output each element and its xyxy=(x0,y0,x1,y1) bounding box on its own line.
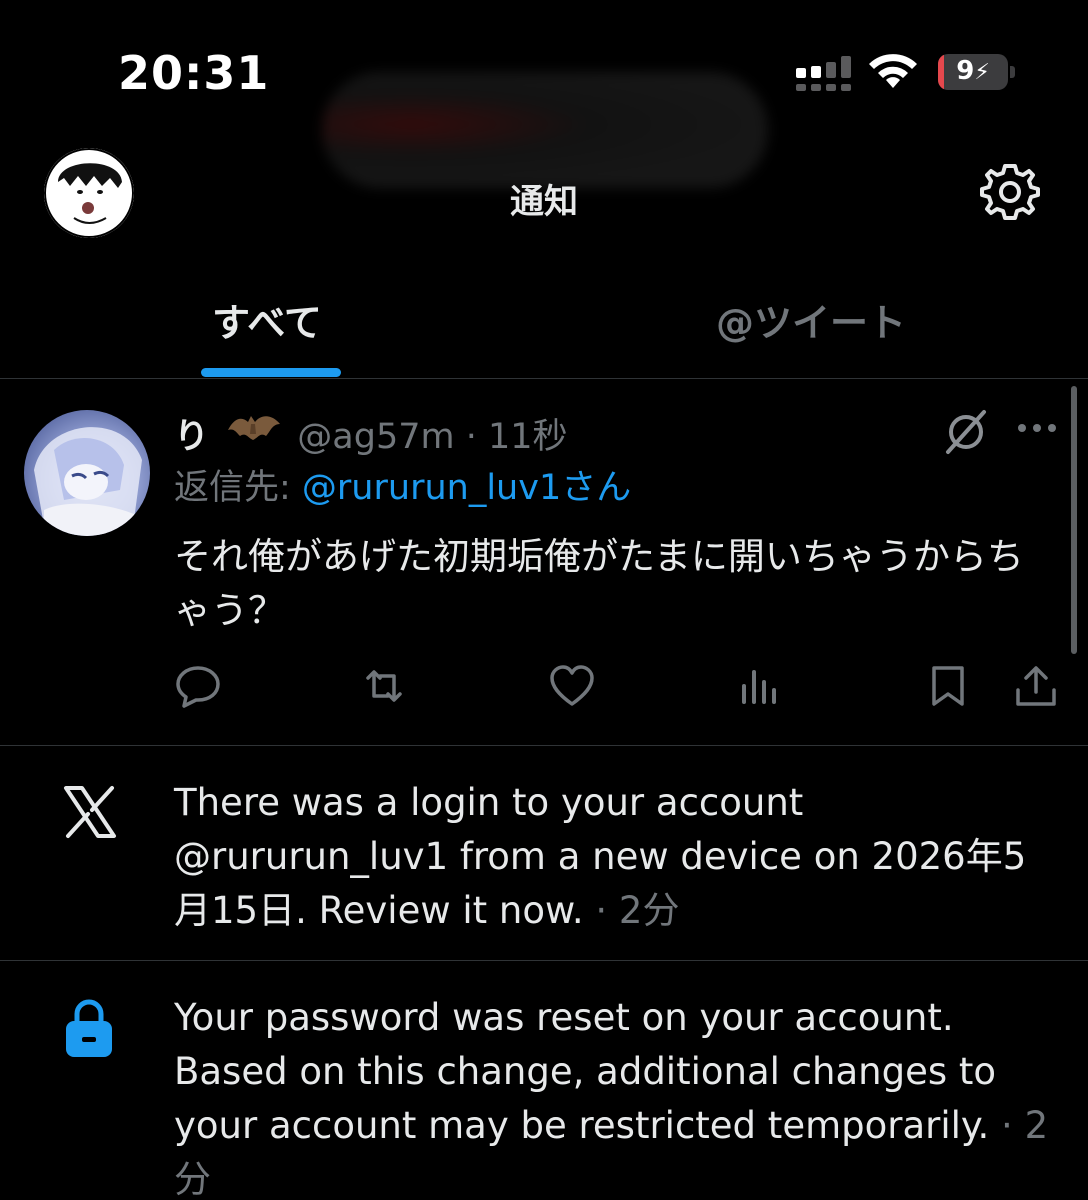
bookmark-icon[interactable] xyxy=(924,662,972,710)
grok-icon[interactable] xyxy=(942,408,990,456)
battery-level: 9⚡ xyxy=(956,56,990,86)
tweet-card[interactable]: り @ag57m · 11秒 返信先: @rururun_luv1さん それ俺が… xyxy=(0,380,1088,746)
avatar-illustration xyxy=(34,427,142,536)
tweet-display-name[interactable]: り xyxy=(174,417,209,457)
reply-icon[interactable] xyxy=(174,662,222,710)
signal-icon xyxy=(796,56,851,91)
status-bar: 20:31 9⚡ xyxy=(0,0,1088,188)
gear-icon[interactable] xyxy=(978,160,1042,224)
views-icon[interactable] xyxy=(736,662,784,710)
like-icon[interactable] xyxy=(548,662,596,710)
avatar xyxy=(44,148,134,238)
battery-icon: 9⚡ xyxy=(938,54,1016,92)
tweet-text: それ俺があげた初期垢俺がたまに開いちゃうからちゃう？ xyxy=(174,535,1024,632)
tweet-handle[interactable]: @ag57m xyxy=(297,417,454,457)
profile-avatar-button[interactable] xyxy=(44,148,134,238)
tweet-author-avatar[interactable] xyxy=(24,410,150,536)
notification-time: · 2分 xyxy=(583,889,680,932)
notification-tabs: すべて @ツイート xyxy=(0,270,1088,379)
notification-text: There was a login to your account @rurur… xyxy=(174,776,1054,938)
status-time: 20:31 xyxy=(118,46,270,100)
lock-icon xyxy=(66,999,112,1057)
wifi-icon xyxy=(869,54,917,88)
notification-message: Your password was reset on your account.… xyxy=(174,996,997,1147)
active-tab-indicator xyxy=(201,368,341,377)
reply-to-line: 返信先: @rururun_luv1さん xyxy=(174,466,631,510)
notification-password-reset[interactable]: Your password was reset on your account.… xyxy=(0,961,1088,1200)
notification-login[interactable]: There was a login to your account @rurur… xyxy=(0,746,1088,961)
reply-prefix: 返信先: xyxy=(174,468,302,508)
dynamic-island xyxy=(322,72,768,188)
notification-text: Your password was reset on your account.… xyxy=(174,991,1054,1200)
page-title: 通知 xyxy=(510,182,578,222)
share-icon[interactable] xyxy=(1012,662,1060,710)
reply-to-handle[interactable]: @rururun_luv1さん xyxy=(302,468,631,508)
tab-all[interactable]: すべて xyxy=(212,292,322,347)
tweet-time[interactable]: 11秒 xyxy=(488,417,568,457)
tab-mentions[interactable]: @ツイート xyxy=(716,292,906,347)
more-icon[interactable] xyxy=(1016,416,1058,440)
notifications-screen: 20:31 9⚡ 通知 すべて @ツイート り @ag57m · 11秒 返信先… xyxy=(0,0,1088,1200)
tweet-header: り @ag57m · 11秒 xyxy=(174,408,568,459)
tweet-separator: · xyxy=(465,417,477,457)
retweet-icon[interactable] xyxy=(360,662,408,710)
x-logo-icon xyxy=(64,786,116,838)
bat-icon xyxy=(228,416,281,440)
